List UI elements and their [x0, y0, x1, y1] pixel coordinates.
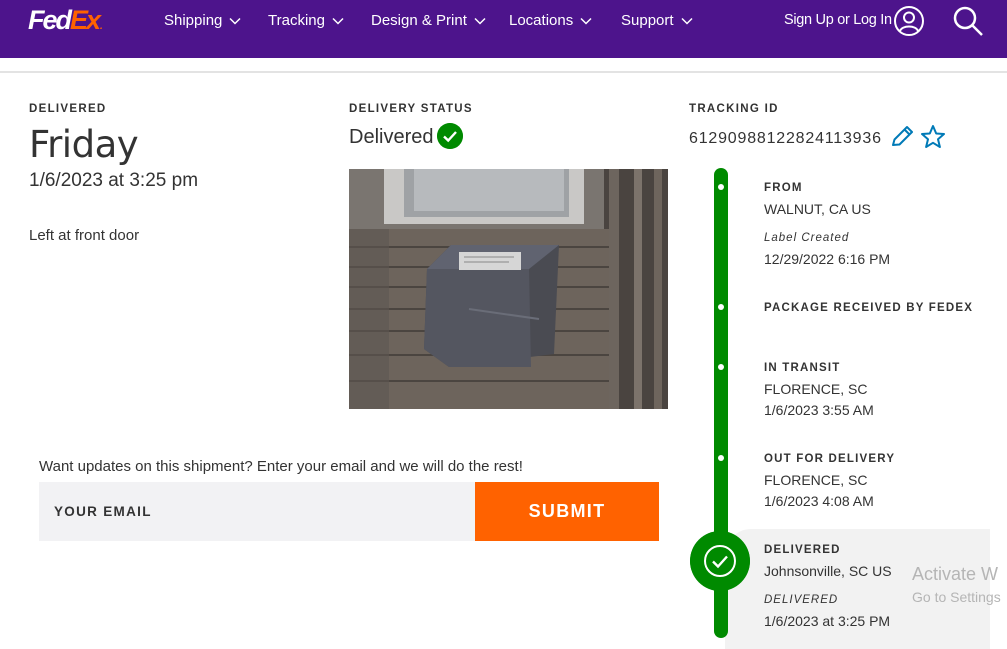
activate-windows-watermark: Activate W	[912, 564, 999, 584]
delivery-photo[interactable]	[349, 169, 668, 409]
fedex-logo[interactable]: FedEx.	[28, 5, 103, 36]
timeline-dot	[718, 364, 724, 370]
timeline-dot	[718, 455, 724, 461]
top-navigation-bar: FedEx. Shipping Tracking Design & Print …	[0, 0, 1007, 58]
submit-button[interactable]: SUBMIT	[475, 482, 659, 541]
tracking-id-heading: TRACKING ID	[689, 103, 779, 115]
timeline-event-title: OUT FOR DELIVERY	[764, 453, 896, 465]
chevron-down-icon	[332, 17, 344, 25]
timeline-event-time: 1/6/2023 3:55 AM	[764, 402, 874, 418]
delivery-note: Left at front door	[29, 227, 140, 244]
timeline-event-title: DELIVERED	[764, 544, 841, 556]
nav-locations-label: Locations	[509, 12, 574, 29]
email-field-wrapper	[39, 482, 475, 541]
timeline-event-title: IN TRANSIT	[764, 362, 841, 374]
timeline-event-time: 1/6/2023 4:08 AM	[764, 493, 874, 509]
logo-fed-text: Fed	[28, 5, 72, 35]
timeline-event-title: PACKAGE RECEIVED BY FEDEX	[764, 302, 974, 314]
nav-design-print[interactable]: Design & Print	[371, 12, 487, 29]
sign-up-log-in-link[interactable]: Sign Up or Log In	[784, 12, 892, 28]
delivered-check-icon	[690, 531, 750, 591]
timeline-event-time: 1/6/2023 at 3:25 PM	[764, 613, 891, 629]
delivery-day: Friday	[29, 123, 139, 166]
timeline-event-location: FLORENCE, SC	[764, 472, 868, 488]
activate-windows-subtext: Go to Settings	[912, 589, 1001, 605]
timeline-dot	[718, 184, 724, 190]
timeline-event-location: FLORENCE, SC	[764, 381, 868, 397]
user-icon[interactable]	[893, 5, 925, 37]
timeline-event-title: FROM	[764, 182, 803, 194]
nav-design-print-label: Design & Print	[371, 12, 467, 29]
search-icon[interactable]	[952, 5, 984, 37]
delivered-heading: DELIVERED	[29, 103, 107, 115]
email-signup-prompt: Want updates on this shipment? Enter you…	[39, 458, 523, 475]
pencil-icon[interactable]	[888, 123, 916, 151]
timeline-event-status: Label Created	[764, 232, 850, 244]
timeline-event-location: Johnsonville, SC US	[764, 563, 892, 579]
timeline-dot	[718, 304, 724, 310]
nav-shipping[interactable]: Shipping	[164, 12, 242, 29]
nav-tracking[interactable]: Tracking	[268, 12, 345, 29]
timeline-event-time: 12/29/2022 6:16 PM	[764, 251, 891, 267]
chevron-down-icon	[229, 17, 241, 25]
timeline-event-location: WALNUT, CA US	[764, 201, 871, 217]
tracking-id-value: 61290988122824113936	[689, 130, 882, 147]
logo-dot: .	[100, 21, 103, 32]
email-field[interactable]	[54, 504, 454, 519]
nav-tracking-label: Tracking	[268, 12, 325, 29]
delivery-status-heading: DELIVERY STATUS	[349, 103, 473, 115]
timeline-event-status: DELIVERED	[764, 594, 839, 606]
delivery-status-value: Delivered	[349, 126, 434, 148]
check-circle-icon	[437, 123, 463, 149]
nav-support[interactable]: Support	[621, 12, 694, 29]
delivery-datetime: 1/6/2023 at 3:25 pm	[29, 170, 199, 191]
nav-support-label: Support	[621, 12, 674, 29]
nav-shipping-label: Shipping	[164, 12, 223, 29]
star-icon[interactable]	[919, 123, 947, 151]
chevron-down-icon	[681, 17, 693, 25]
chevron-down-icon	[580, 17, 592, 25]
logo-ex-text: Ex	[70, 5, 101, 35]
chevron-down-icon	[474, 17, 486, 25]
header-divider	[0, 71, 1007, 73]
nav-locations[interactable]: Locations	[509, 12, 593, 29]
